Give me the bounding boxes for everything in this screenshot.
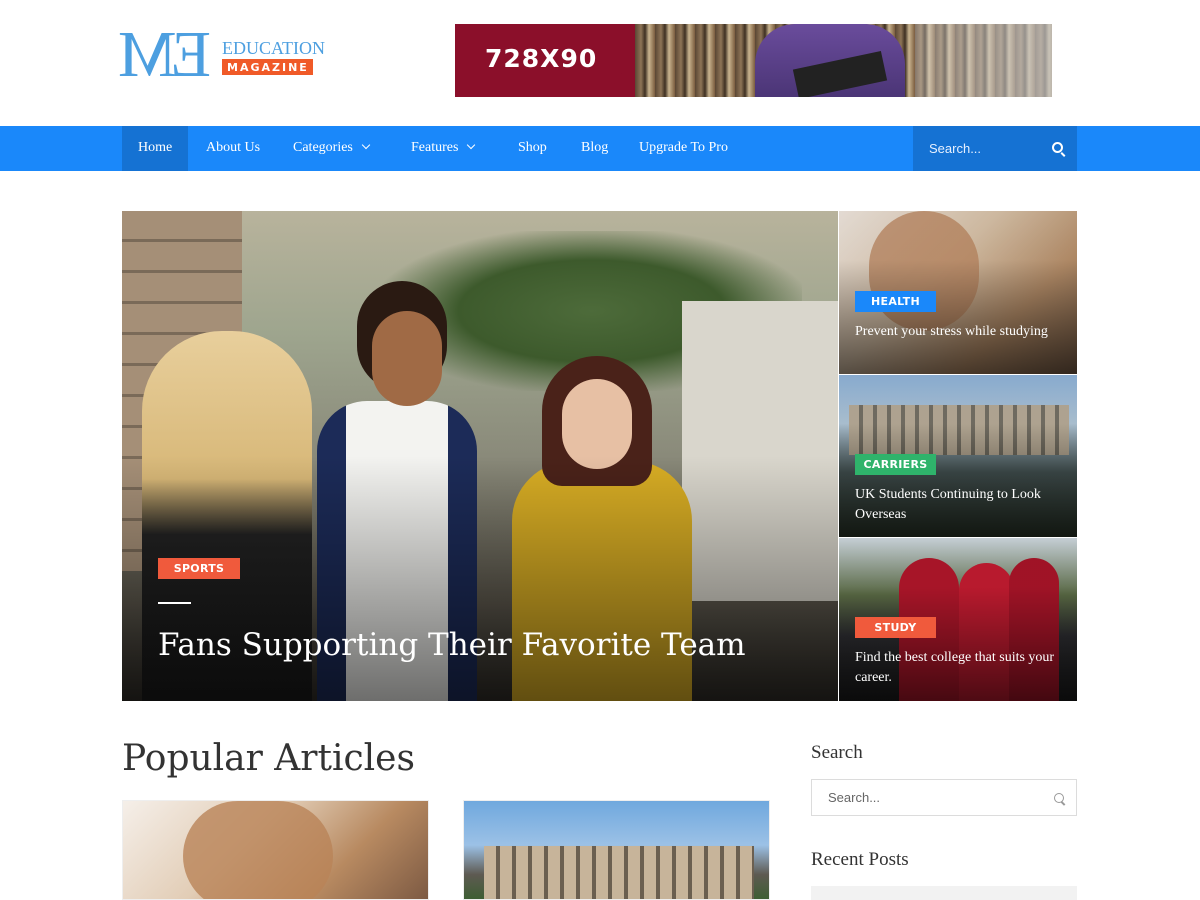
nav-label: Upgrade To Pro [639, 140, 728, 155]
category-tag-carriers[interactable]: CARRIERS [855, 454, 936, 475]
search-icon[interactable] [1052, 142, 1063, 153]
banner-size-label: 728X90 [485, 44, 598, 73]
featured-post-side-2[interactable]: CARRIERS UK Students Continuing to Look … [839, 375, 1077, 537]
hero-divider [158, 602, 191, 604]
banner-shelves-right [915, 24, 1052, 97]
recent-posts-list [811, 886, 1077, 900]
widget-title-search: Search [811, 742, 863, 763]
site-header: EM EDUCATION MAGAZINE 728X90 [0, 0, 1200, 126]
category-tag-sports[interactable]: SPORTS [158, 558, 240, 579]
site-logo[interactable]: EM EDUCATION MAGAZINE [124, 18, 325, 91]
logo-letters: EM [124, 18, 211, 91]
logo-monogram: EM [124, 18, 211, 91]
hero-title[interactable]: Fans Supporting Their Favorite Team [158, 627, 746, 663]
featured-post-side-3[interactable]: STUDY Find the best college that suits y… [839, 538, 1077, 701]
nav-label: Shop [518, 140, 547, 155]
article-image-student [183, 801, 333, 899]
featured-post-main[interactable]: SPORTS Fans Supporting Their Favorite Te… [122, 211, 838, 701]
nav-item-about-us[interactable]: About Us [190, 126, 276, 171]
article-card[interactable] [463, 800, 770, 900]
featured-post-side-1[interactable]: HEALTH Prevent your stress while studyin… [839, 211, 1077, 374]
main-navigation: Home About Us Categories Features Shop B… [0, 126, 1200, 171]
category-tag-health[interactable]: HEALTH [855, 291, 936, 312]
ad-banner[interactable]: 728X90 [455, 24, 1052, 97]
nav-item-upgrade-to-pro[interactable]: Upgrade To Pro [623, 126, 744, 171]
article-card[interactable] [122, 800, 429, 900]
nav-item-home[interactable]: Home [122, 126, 189, 171]
chevron-down-icon [467, 140, 476, 150]
nav-item-features[interactable]: Features [395, 126, 490, 171]
sidebar-search-input[interactable] [812, 780, 1037, 815]
widget-title-recent-posts: Recent Posts [811, 849, 909, 870]
side-post-title[interactable]: Find the best college that suits your ca… [855, 648, 1065, 688]
nav-label: About Us [206, 140, 261, 155]
nav-label: Home [138, 140, 173, 155]
section-title-popular-articles: Popular Articles [122, 738, 415, 779]
nav-label: Features [411, 140, 459, 155]
nav-label: Blog [581, 140, 609, 155]
logo-word-magazine: MAGAZINE [222, 59, 313, 75]
nav-label: Categories [293, 140, 353, 155]
side-post-title[interactable]: Prevent your stress while studying [855, 322, 1065, 342]
nav-search-input[interactable] [913, 126, 1043, 171]
side-post-title[interactable]: UK Students Continuing to Look Overseas [855, 485, 1065, 525]
logo-word-education: EDUCATION [222, 38, 325, 58]
article-image-stadium [484, 846, 754, 899]
banner-arrow [605, 24, 631, 97]
nav-item-categories[interactable]: Categories [277, 126, 385, 171]
nav-inner: Home About Us Categories Features Shop B… [122, 126, 1077, 171]
nav-search [913, 126, 1077, 171]
nav-item-blog[interactable]: Blog [565, 126, 624, 171]
category-tag-study[interactable]: STUDY [855, 617, 936, 638]
chevron-down-icon [361, 140, 371, 150]
nav-item-shop[interactable]: Shop [502, 126, 563, 171]
search-icon[interactable] [1054, 793, 1064, 803]
sidebar-search [811, 779, 1077, 816]
